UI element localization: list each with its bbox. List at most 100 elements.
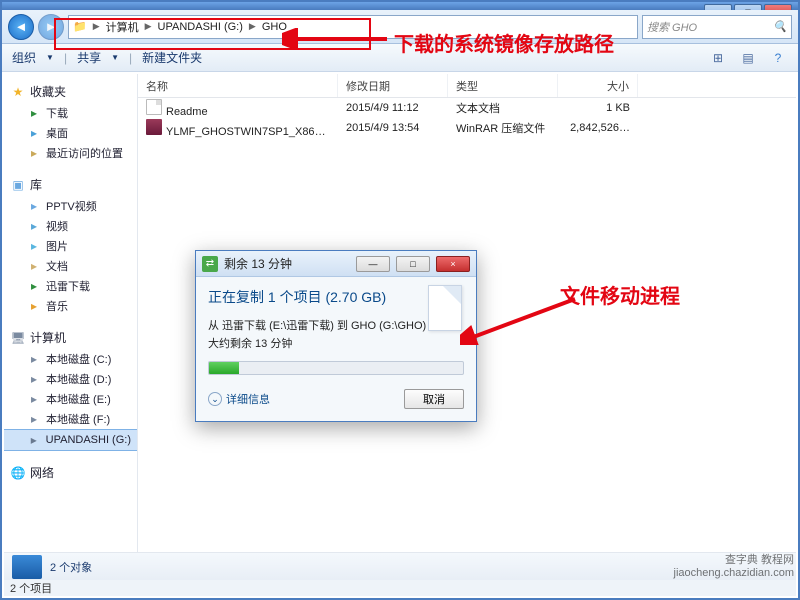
sidebar-group-computer[interactable]: 计算机 [30, 329, 66, 346]
drive-icon: ▸ [26, 351, 42, 367]
navigation-sidebar: ★收藏夹 ▸下载▸桌面▸最近访问的位置 ▣库 ▸PPTV视频▸视频▸图片▸文档▸… [4, 74, 138, 554]
toolbar-organize[interactable]: 组织 [12, 49, 36, 66]
sidebar-item-label: 下载 [46, 105, 68, 121]
watermark: 查字典 教程网 jiaocheng.chazidian.com [674, 554, 794, 580]
file-icon [146, 119, 162, 135]
drive-icon: ▸ [26, 125, 42, 141]
chevron-right-icon: ▶ [247, 21, 258, 32]
sidebar-item-label: 图片 [46, 238, 68, 254]
sidebar-item-label: 桌面 [46, 125, 68, 141]
sidebar-item[interactable]: ▸文档 [4, 256, 137, 276]
file-name: YLMF_GHOSTWIN7SP1_X86_YN2014 [166, 126, 338, 138]
sidebar-item-label: 本地磁盘 (F:) [46, 411, 110, 427]
view-mode-icon[interactable]: ⊞ [708, 48, 728, 68]
dialog-more-info[interactable]: ⌄ 详细信息 [208, 391, 270, 407]
file-type: 文本文档 [448, 98, 558, 118]
libraries-icon: ▣ [10, 177, 26, 193]
file-size: 1 KB [558, 100, 638, 116]
progress-bar [208, 361, 464, 375]
sidebar-group-favorites[interactable]: 收藏夹 [30, 83, 66, 100]
dialog-minimize-btn[interactable]: — [356, 256, 390, 272]
file-row[interactable]: YLMF_GHOSTWIN7SP1_X86_YN20142015/4/9 13:… [138, 118, 796, 138]
sidebar-item[interactable]: ▸迅雷下载 [4, 276, 137, 296]
sidebar-item-label: 最近访问的位置 [46, 145, 123, 161]
dialog-title: 剩余 13 分钟 [224, 255, 350, 272]
sidebar-item[interactable]: ▸桌面 [4, 123, 137, 143]
sidebar-item[interactable]: ▸本地磁盘 (C:) [4, 349, 137, 369]
column-header-type[interactable]: 类型 [448, 74, 558, 97]
dialog-time-remaining: 大约剩余 13 分钟 [208, 335, 464, 351]
computer-icon: 🖥 [10, 330, 26, 346]
search-icon: 🔍 [773, 20, 787, 33]
file-date: 2015/4/9 13:54 [338, 120, 448, 136]
folder-large-icon [12, 555, 42, 579]
sidebar-item[interactable]: ▸本地磁盘 (D:) [4, 369, 137, 389]
watermark-line: jiaocheng.chazidian.com [674, 567, 794, 580]
explorer-toolbar: 组织▼ | 共享▼ | 新建文件夹 ⊞ ▤ ? [2, 44, 798, 72]
chevron-down-icon: ⌄ [208, 392, 222, 406]
favorites-icon: ★ [10, 84, 26, 100]
more-info-label: 详细信息 [226, 391, 270, 407]
status-bar: 2 个项目 [4, 580, 796, 596]
sidebar-item[interactable]: ▸本地磁盘 (F:) [4, 409, 137, 429]
network-icon: 🌐 [10, 465, 26, 481]
drive-icon: ▸ [26, 432, 42, 448]
sidebar-item-label: 音乐 [46, 298, 68, 314]
sidebar-item-label: PPTV视频 [46, 198, 97, 214]
column-header-name[interactable]: 名称 [138, 74, 338, 97]
sidebar-item-label: 文档 [46, 258, 68, 274]
drive-icon: ▸ [26, 258, 42, 274]
file-row[interactable]: Readme2015/4/9 11:12文本文档1 KB [138, 98, 796, 118]
sidebar-item-label: 本地磁盘 (D:) [46, 371, 111, 387]
sidebar-item-label: 视频 [46, 218, 68, 234]
drive-icon: ▸ [26, 371, 42, 387]
address-bar[interactable]: 📁 ▶ 计算机 ▶ UPANDASHI (G:) ▶ GHO [68, 15, 638, 39]
sidebar-item[interactable]: ▸视频 [4, 216, 137, 236]
drive-icon: ▸ [26, 218, 42, 234]
folder-icon: 📁 [69, 16, 91, 38]
sidebar-item[interactable]: ▸PPTV视频 [4, 196, 137, 216]
breadcrumb-item[interactable]: GHO [258, 16, 291, 38]
help-icon[interactable]: ? [768, 48, 788, 68]
sidebar-item[interactable]: ▸ UPANDASHI (G:) [4, 429, 137, 451]
preview-pane-icon[interactable]: ▤ [738, 48, 758, 68]
sidebar-item-label: 迅雷下载 [46, 278, 90, 294]
toolbar-new-folder[interactable]: 新建文件夹 [142, 49, 202, 66]
dialog-heading: 正在复制 1 个项目 (2.70 GB) [208, 287, 464, 307]
toolbar-share[interactable]: 共享 [77, 49, 101, 66]
details-count: 2 个对象 [50, 559, 92, 575]
sidebar-item[interactable]: ▸音乐 [4, 296, 137, 316]
sidebar-item[interactable]: ▸最近访问的位置 [4, 143, 137, 163]
sidebar-item-label: UPANDASHI (G:) [46, 434, 131, 446]
drive-icon: ▸ [26, 411, 42, 427]
file-size: 2,842,526… [558, 120, 638, 136]
sidebar-item[interactable]: ▸本地磁盘 (E:) [4, 389, 137, 409]
column-header-size[interactable]: 大小 [558, 74, 638, 97]
drive-icon: ▸ [26, 298, 42, 314]
copy-progress-dialog: ⇄ 剩余 13 分钟 — □ × 正在复制 1 个项目 (2.70 GB) 从 … [195, 250, 477, 422]
breadcrumb-item[interactable]: 计算机 [102, 16, 143, 38]
sidebar-item[interactable]: ▸图片 [4, 236, 137, 256]
chevron-right-icon: ▶ [143, 21, 154, 32]
search-input[interactable]: 搜索 GHO 🔍 [642, 15, 792, 39]
drive-icon: ▸ [26, 198, 42, 214]
column-header-date[interactable]: 修改日期 [338, 74, 448, 97]
nav-forward-button[interactable]: ► [38, 14, 64, 40]
nav-back-button[interactable]: ◄ [8, 14, 34, 40]
copy-icon: ⇄ [202, 256, 218, 272]
sidebar-item-label: 本地磁盘 (C:) [46, 351, 111, 367]
cancel-button[interactable]: 取消 [404, 389, 464, 409]
drive-icon: ▸ [26, 391, 42, 407]
dialog-maximize-btn[interactable]: □ [396, 256, 430, 272]
sidebar-item[interactable]: ▸下载 [4, 103, 137, 123]
file-date: 2015/4/9 11:12 [338, 100, 448, 116]
file-icon [146, 99, 162, 115]
sidebar-item-label: 本地磁盘 (E:) [46, 391, 111, 407]
breadcrumb-item[interactable]: UPANDASHI (G:) [154, 16, 247, 38]
watermark-line: 查字典 教程网 [674, 554, 794, 567]
drive-icon: ▸ [26, 278, 42, 294]
sidebar-group-network[interactable]: 网络 [30, 464, 54, 481]
sidebar-group-libraries[interactable]: 库 [30, 176, 42, 193]
drive-icon: ▸ [26, 105, 42, 121]
dialog-close-btn[interactable]: × [436, 256, 470, 272]
